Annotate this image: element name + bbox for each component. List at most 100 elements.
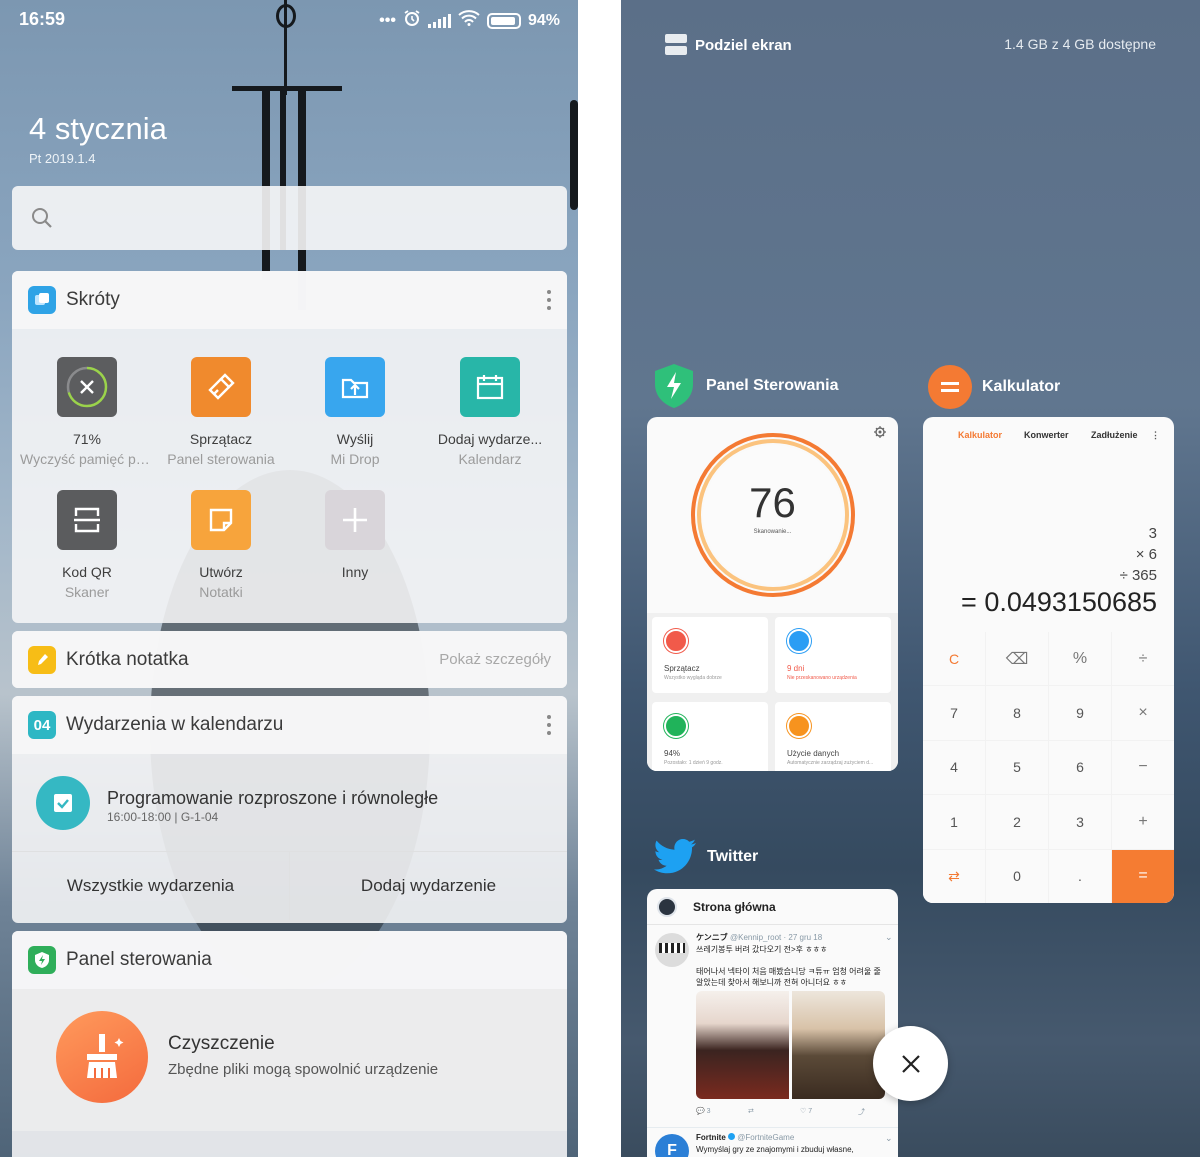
avatar[interactable] bbox=[657, 896, 677, 917]
shortcut-label: Utwórz bbox=[199, 564, 243, 580]
twitter-app-preview[interactable]: Strona główna ケンニブ @Kennip_root · 27 gru… bbox=[647, 889, 898, 1157]
avatar[interactable] bbox=[655, 933, 689, 967]
security-app-name: Panel Sterowania bbox=[706, 377, 839, 394]
calendar-icon bbox=[460, 357, 520, 417]
calc-key-swap-mode[interactable]: ⇄ bbox=[923, 849, 985, 903]
calc-key-plus[interactable]: + bbox=[1112, 795, 1174, 849]
control-panel-card: Panel sterowania Czyszczenie Zbędne plik… bbox=[12, 931, 567, 1157]
shortcut-sublabel: Kalendarz bbox=[458, 451, 522, 467]
calc-key-eight[interactable]: 8 bbox=[986, 686, 1048, 740]
calculator-app-preview[interactable]: Kalkulator Konwerter Zadłużenie ⋮ 3 × 6 … bbox=[923, 417, 1174, 903]
shortcut-cleaner[interactable]: Sprzątacz Panel sterowania bbox=[154, 357, 288, 467]
like-icon[interactable]: ♡ 7 bbox=[800, 1107, 858, 1117]
shortcut-sublabel: Panel sterowania bbox=[167, 451, 275, 467]
security-shield-icon bbox=[655, 364, 693, 408]
battery-icon bbox=[664, 714, 688, 738]
battery-icon bbox=[486, 12, 521, 29]
calc-key-six[interactable]: 6 bbox=[1049, 740, 1111, 795]
tweet-text: 쓰레기봉투 버려 갔다오기 전>후 ㅎㅎㅎ bbox=[696, 945, 828, 954]
settings-gear-icon bbox=[874, 426, 886, 438]
chevron-down-icon[interactable]: ⌄ bbox=[885, 932, 893, 943]
all-events-button[interactable]: Wszystkie wydarzenia bbox=[12, 852, 290, 920]
calc-key-zero[interactable]: 0 bbox=[986, 849, 1048, 903]
cleaning-subtitle: Zbędne pliki mogą spowolnić urządzenie bbox=[168, 1061, 439, 1078]
security-tile[interactable]: 94% Pozostało: 1 dzień 9 godz. bbox=[652, 702, 768, 771]
calendar-event-item[interactable]: Programowanie rozproszone i równoległe 1… bbox=[12, 754, 567, 852]
shortcut-add-event[interactable]: Dodaj wydarze... Kalendarz bbox=[423, 357, 557, 467]
cleaning-item[interactable]: Czyszczenie Zbędne pliki mogą spowolnić … bbox=[12, 989, 567, 1131]
calc-key-decimal[interactable]: . bbox=[1049, 849, 1111, 903]
security-app-preview[interactable]: 76 Skanowanie... Sprzątacz Wszystko wygl… bbox=[647, 417, 898, 771]
calc-history-line: ÷ 365 bbox=[1119, 567, 1157, 584]
chevron-down-icon[interactable]: ⌄ bbox=[885, 1133, 893, 1144]
tab-calculator[interactable]: Kalkulator bbox=[958, 430, 1002, 440]
show-details-link[interactable]: Pokaż szczegóły bbox=[439, 651, 551, 668]
retweet-icon[interactable]: ⇄ bbox=[748, 1107, 800, 1117]
shortcut-mi-drop[interactable]: Wyślij Mi Drop bbox=[288, 357, 422, 467]
shortcut-other[interactable]: Inny bbox=[288, 490, 422, 580]
shortcuts-title: Skróty bbox=[66, 289, 120, 310]
reply-icon[interactable]: 💬 3 bbox=[696, 1107, 748, 1117]
share-icon[interactable]: ⤴ bbox=[858, 1107, 865, 1117]
tweet-author: Fortnite @FortniteGame bbox=[696, 1133, 794, 1142]
security-tile[interactable]: Sprzątacz Wszystko wygląda dobrze bbox=[652, 617, 768, 693]
add-event-button[interactable]: Dodaj wydarzenie bbox=[290, 852, 567, 920]
calculator-app-label[interactable]: Kalkulator bbox=[928, 365, 1060, 409]
signal-icon bbox=[427, 13, 451, 28]
calendar-card-title: Wydarzenia w kalendarzu bbox=[66, 714, 284, 735]
calc-key-backspace[interactable]: ⌫ bbox=[986, 632, 1048, 686]
avatar[interactable]: F bbox=[655, 1134, 689, 1157]
shortcut-create-note[interactable]: Utwórz Notatki bbox=[154, 490, 288, 600]
more-options-icon[interactable] bbox=[547, 715, 551, 735]
calc-key-two[interactable]: 2 bbox=[986, 795, 1048, 849]
recent-apps-screen: Podziel ekran 1.4 GB z 4 GB dostępne Pan… bbox=[621, 0, 1200, 1157]
tweet-media[interactable] bbox=[696, 991, 885, 1099]
wind-chime-bar bbox=[232, 86, 342, 91]
calc-key-one[interactable]: 1 bbox=[923, 795, 985, 849]
shield-icon bbox=[28, 946, 56, 974]
calc-history-line: × 6 bbox=[1135, 546, 1157, 563]
tab-loan[interactable]: Zadłużenie bbox=[1091, 430, 1138, 440]
calc-key-five[interactable]: 5 bbox=[986, 740, 1048, 795]
twitter-home-title: Strona główna bbox=[693, 899, 776, 914]
search-bar[interactable] bbox=[12, 186, 567, 250]
calc-key-multiply[interactable]: × bbox=[1112, 686, 1174, 740]
shortcut-clean-memory[interactable]: 71% Wyczyść pamięć po... bbox=[20, 357, 154, 467]
wifi-icon bbox=[458, 10, 480, 31]
tweet-handle: @FortniteGame bbox=[737, 1133, 795, 1142]
reply-count: 3 bbox=[706, 1108, 711, 1115]
calc-key-four[interactable]: 4 bbox=[923, 740, 985, 795]
calc-key-divide[interactable]: ÷ bbox=[1112, 632, 1174, 686]
calc-key-seven[interactable]: 7 bbox=[923, 686, 985, 740]
control-panel-title: Panel sterowania bbox=[66, 949, 212, 970]
date-title[interactable]: 4 stycznia bbox=[29, 111, 167, 147]
shortcut-label: Wyślij bbox=[336, 431, 374, 447]
security-tile[interactable]: 9 dni Nie przeskanowano urządzenia bbox=[775, 617, 891, 693]
quick-note-card[interactable]: Krótka notatka Pokaż szczegóły bbox=[12, 631, 567, 688]
calc-key-equals[interactable]: = bbox=[1112, 849, 1174, 903]
clear-all-button[interactable] bbox=[873, 1026, 948, 1101]
more-options-icon[interactable]: ⋮ bbox=[1151, 430, 1160, 441]
tweet-photo[interactable] bbox=[696, 991, 789, 1099]
split-screen-button[interactable]: Podziel ekran bbox=[665, 34, 792, 56]
calc-key-three[interactable]: 3 bbox=[1049, 795, 1111, 849]
checkbox-icon bbox=[36, 776, 90, 830]
twitter-app-label[interactable]: Twitter bbox=[653, 838, 758, 876]
verified-icon bbox=[728, 1133, 736, 1140]
tweet-photo[interactable] bbox=[792, 991, 885, 1099]
event-time-location: 16:00-18:00 | G-1-04 bbox=[107, 810, 219, 824]
more-notifications-icon: ••• bbox=[379, 11, 396, 29]
shortcut-qr-scanner[interactable]: Kod QR Skaner bbox=[20, 490, 154, 600]
tab-converter[interactable]: Konwerter bbox=[1024, 430, 1069, 440]
security-app-label[interactable]: Panel Sterowania bbox=[653, 363, 839, 409]
calc-key-clear[interactable]: C bbox=[923, 632, 985, 686]
calc-key-nine[interactable]: 9 bbox=[1049, 686, 1111, 740]
tile-title: Użycie danych bbox=[787, 749, 840, 758]
tweet-meta: @Kennip_root · 27 gru 18 bbox=[730, 933, 823, 942]
calc-key-percent[interactable]: % bbox=[1049, 632, 1111, 686]
tweet-actions: 💬 3 ⇄ ♡ 7 ⤴ bbox=[696, 1107, 885, 1117]
security-tile[interactable]: Użycie danych Automatycznie zarządzaj zu… bbox=[775, 702, 891, 771]
more-options-icon[interactable] bbox=[547, 290, 551, 310]
broom-icon bbox=[664, 629, 688, 653]
calc-key-minus[interactable]: − bbox=[1112, 740, 1174, 795]
